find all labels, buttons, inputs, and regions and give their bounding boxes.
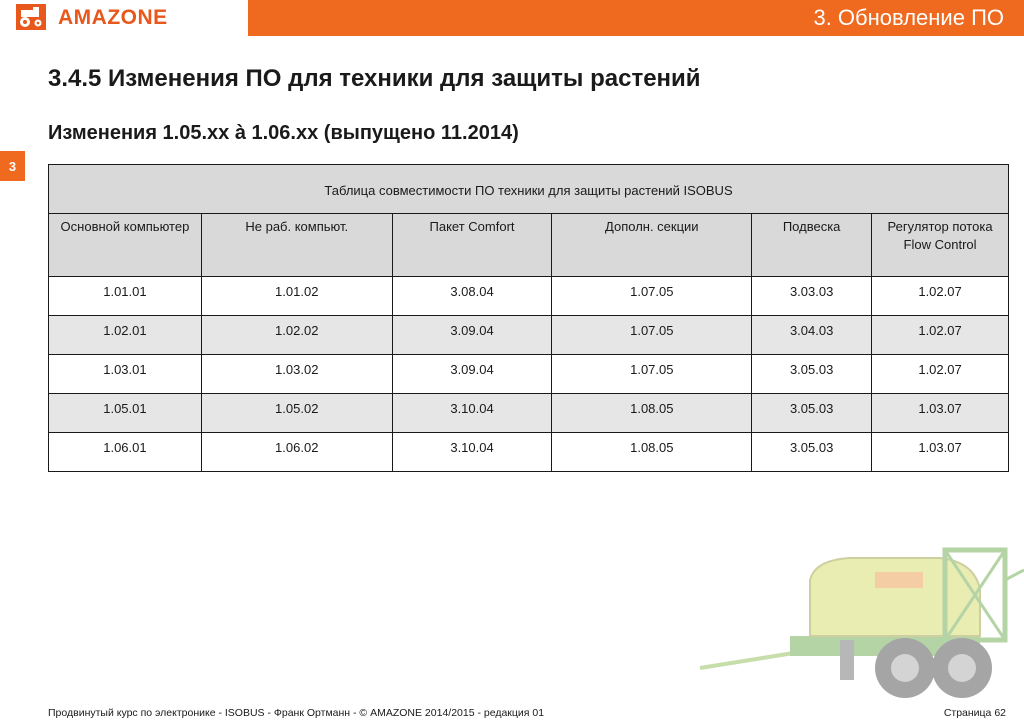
table-cell: 3.09.04 xyxy=(391,354,553,394)
chapter-tab[interactable]: 3 xyxy=(0,151,25,181)
table-cell: 3.10.04 xyxy=(391,432,553,472)
table-cell: 1.07.05 xyxy=(551,315,753,355)
table-cell: 1.01.02 xyxy=(200,276,393,316)
compatibility-table: Таблица совместимости ПО техники для защ… xyxy=(48,164,1009,472)
column-header-inactive-computer: Не раб. компьют. xyxy=(200,213,393,277)
column-header-flow-control: Регулятор потока Flow Control xyxy=(871,213,1009,277)
section-label: 3. Обновление ПО xyxy=(813,5,1004,30)
table-cell: 1.03.02 xyxy=(200,354,393,394)
table-cell: 3.05.03 xyxy=(751,354,873,394)
table-row: 1.01.01 1.01.02 3.08.04 1.07.05 3.03.03 … xyxy=(48,276,1009,316)
header-bar: 3. Обновление ПО xyxy=(248,0,1024,36)
logo-text: AMAZONE xyxy=(58,6,168,29)
table-cell: 1.02.02 xyxy=(200,315,393,355)
table-cell: 3.04.03 xyxy=(751,315,873,355)
column-header-suspension: Подвеска xyxy=(751,213,873,277)
table-cell: 3.09.04 xyxy=(391,315,553,355)
column-header-extra-sections: Дополн. секции xyxy=(551,213,753,277)
table-cell: 1.01.01 xyxy=(48,276,202,316)
table-row: 1.03.01 1.03.02 3.09.04 1.07.05 3.05.03 … xyxy=(48,354,1009,394)
footer-credits: Продвинутый курс по электронике - ISOBUS… xyxy=(48,707,545,719)
table-cell: 1.02.07 xyxy=(871,315,1009,355)
page-title: 3.4.5 Изменения ПО для техники для защит… xyxy=(48,65,701,92)
table-cell: 1.06.02 xyxy=(200,432,393,472)
table-row: 1.05.01 1.05.02 3.10.04 1.08.05 3.05.03 … xyxy=(48,393,1009,433)
table-cell: 3.03.03 xyxy=(751,276,873,316)
field-sprayer-illustration xyxy=(690,540,1024,700)
table-cell: 3.05.03 xyxy=(751,393,873,433)
table-cell: 1.02.01 xyxy=(48,315,202,355)
table-cell: 1.02.07 xyxy=(871,354,1009,394)
table-cell: 1.08.05 xyxy=(551,393,753,433)
table-row: 1.02.01 1.02.02 3.09.04 1.07.05 3.04.03 … xyxy=(48,315,1009,355)
table-cell: 1.03.01 xyxy=(48,354,202,394)
page-number: Страница 62 xyxy=(943,707,1006,719)
column-header-comfort-package: Пакет Comfort xyxy=(391,213,553,277)
column-header-main-computer: Основной компьютер xyxy=(48,213,202,277)
logo: AMAZONE xyxy=(0,0,244,36)
amazone-tractor-logo-icon xyxy=(16,4,46,30)
table-cell: 1.08.05 xyxy=(551,432,753,472)
table-header-row: Основной компьютер Не раб. компьют. Паке… xyxy=(48,213,1009,277)
table-cell: 1.03.07 xyxy=(871,432,1009,472)
table-cell: 1.05.02 xyxy=(200,393,393,433)
table-cell: 1.02.07 xyxy=(871,276,1009,316)
table-cell: 3.10.04 xyxy=(391,393,553,433)
table-caption: Таблица совместимости ПО техники для защ… xyxy=(48,164,1009,214)
table-cell: 1.03.07 xyxy=(871,393,1009,433)
table-cell: 3.08.04 xyxy=(391,276,553,316)
table-cell: 1.07.05 xyxy=(551,276,753,316)
table-cell: 1.05.01 xyxy=(48,393,202,433)
table-row: 1.06.01 1.06.02 3.10.04 1.08.05 3.05.03 … xyxy=(48,432,1009,472)
page-subtitle: Изменения 1.05.xx à 1.06.xx (выпущено 11… xyxy=(48,122,519,144)
table-cell: 1.06.01 xyxy=(48,432,202,472)
table-cell: 3.05.03 xyxy=(751,432,873,472)
table-cell: 1.07.05 xyxy=(551,354,753,394)
table-caption-row: Таблица совместимости ПО техники для защ… xyxy=(48,164,1009,214)
